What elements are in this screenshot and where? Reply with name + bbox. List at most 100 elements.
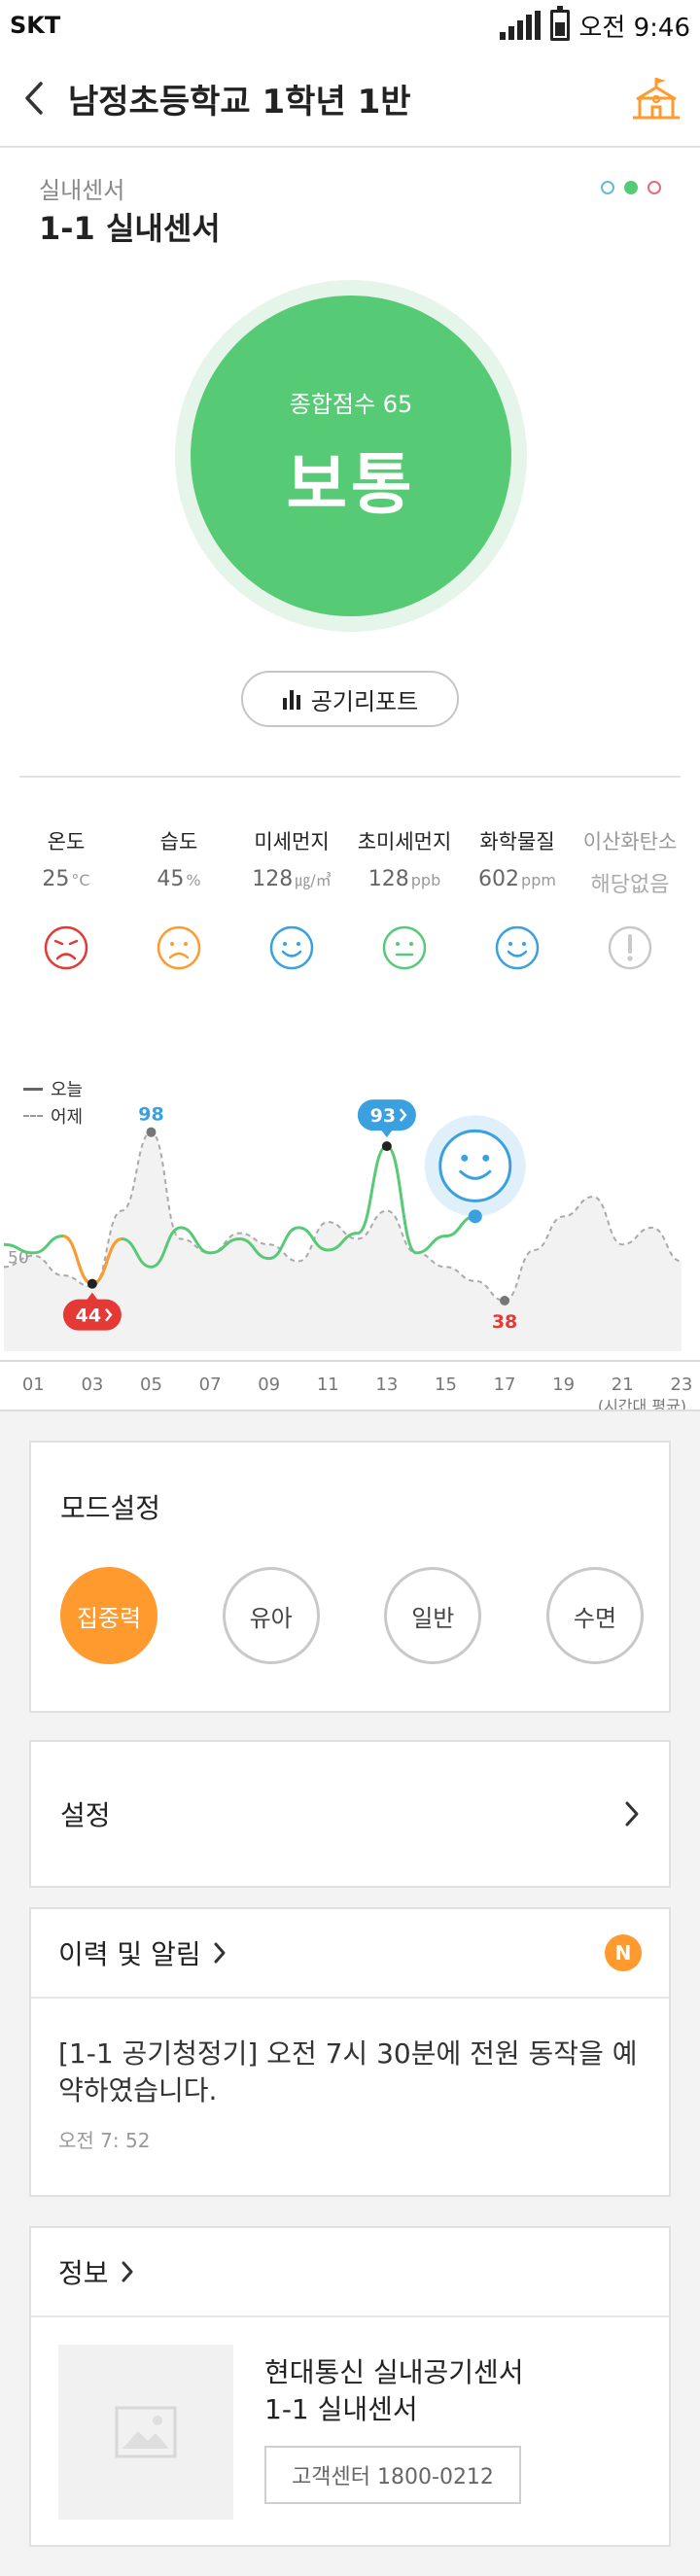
marker-dot [87,1278,97,1289]
metric-ultrafine-dust[interactable]: 초미세먼지 128 ppb [348,826,461,970]
metric-value: 해당없음 [590,873,670,897]
settings-row[interactable]: 설정 [29,1740,671,1888]
x-tick-label: 23 [670,1375,692,1395]
metric-value: 25 °C [42,867,90,891]
settings-label: 설정 [60,1799,111,1831]
score-gauge: 종합점수 65 보통 [175,280,527,632]
mode-settings-card: 모드설정 집중력 유아 일반 수면 [29,1441,671,1713]
air-report-label: 공기리포트 [310,687,419,715]
chevron-right-icon [625,1801,639,1827]
chart-legend: 오늘 어제 [23,1075,83,1130]
chevron-right-icon [122,2261,133,2282]
marker-dot [500,1296,510,1305]
marker-label: 44 [76,1305,101,1327]
status-time: 오전 9:46 [578,13,691,43]
marker-label: 98 [138,1104,163,1126]
score-grade: 보통 [286,447,416,524]
info-card: 정보 현대통신 실내공기센서 1-1 실내센서 고객센터 1800-0212 [29,2226,671,2547]
battery-icon [549,6,570,41]
metrics-row: 온도 25 °C 습도 45% 미세먼지 128 ㎍/㎥ 초미세먼지 128 ppb … [10,826,690,970]
history-card: 이력 및 알림 N [1-1 공기청정기] 오전 7시 30분에 전원 동작을 … [29,1907,671,2197]
metric-name: 이산화탄소 [582,830,678,853]
x-tick-label: 15 [435,1375,457,1395]
product-name-line2: 1-1 실내센서 [264,2393,418,2425]
marker-label: 93 [370,1105,396,1127]
air-quality-chart[interactable]: 5098 9344 3801 03 05 07 09 11 13 15 17 19 21 23(시간대 평… [0,1060,700,1410]
signal-icon [499,11,541,40]
marker-dot [146,1127,157,1137]
notification-message[interactable]: [1-1 공기청정기] 오전 7시 30분에 전원 동작을 예약하였습니다. [58,2036,642,2109]
product-image [58,2345,233,2520]
divider [19,776,681,778]
mode-sleep-button[interactable]: 수면 [545,1567,644,1664]
metric-value: 45% [157,867,201,891]
metric-name: 미세먼지 [254,830,330,853]
app-header: 남정초등학교 1학년 1반 [0,51,700,148]
sad-face-icon [157,925,201,970]
sensor-name: 1-1 실내센서 [39,210,221,247]
score-label: 종합점수 65 [289,391,413,418]
notification-time: 오전 7: 52 [58,2129,151,2152]
carrier-label: SKT [10,12,61,39]
x-axis-note: (시간대 평균) [598,1397,686,1410]
neutral-face-icon [382,925,427,970]
metric-value: 128 ppb [368,867,441,891]
status-bar: SKT 오전 9:46 [0,0,700,51]
bar-chart-icon [282,690,300,710]
legend-yesterday: 어제 [23,1102,83,1130]
x-tick-label: 09 [258,1375,280,1395]
marker-label: 38 [492,1311,517,1333]
sad-face-icon [44,925,88,970]
chevron-right-icon [214,1942,226,1964]
school-icon [633,78,680,120]
page-indicator [601,181,661,194]
legend-label: 어제 [51,1107,84,1128]
x-tick-label: 05 [140,1375,162,1395]
new-badge: N [605,1934,642,1971]
metric-temperature[interactable]: 온도 25 °C [10,826,122,970]
metric-co2[interactable]: 이산화탄소 해당없음 [574,826,686,970]
air-report-button[interactable]: 공기리포트 [241,671,459,727]
smile-face-icon [495,925,540,970]
alert-icon [608,925,652,970]
metric-chemicals[interactable]: 화학물질 602 ppm [461,826,574,970]
page-title: 남정초등학교 1학년 1반 [68,82,411,122]
x-tick-label: 19 [552,1375,575,1395]
metric-name: 습도 [159,830,198,853]
mode-list: 집중력 유아 일반 수면 [60,1567,644,1664]
x-tick-label: 13 [375,1375,398,1395]
metric-fine-dust[interactable]: 미세먼지 128 ㎍/㎥ [235,826,348,970]
customer-center-button[interactable]: 고객센터 1800-0212 [264,2446,521,2504]
history-title: 이력 및 알림 [58,1938,201,1970]
marker-pointer [380,1130,393,1138]
x-tick-label: 07 [199,1375,222,1395]
page-dot[interactable] [601,181,614,194]
x-tick-label: 11 [317,1375,339,1395]
x-tick-label: 01 [22,1375,45,1395]
mode-focus-button[interactable]: 집중력 [60,1567,158,1664]
chevron-left-icon [25,82,43,115]
product-name-line1: 현대통신 실내공기센서 [264,2356,524,2388]
metric-name: 온도 [47,830,86,853]
school-button[interactable] [612,50,700,147]
x-tick-label: 21 [612,1375,634,1395]
mode-settings-title: 모드설정 [60,1492,161,1524]
legend-today: 오늘 [23,1075,83,1102]
info-title: 정보 [58,2257,109,2289]
metric-humidity[interactable]: 습도 45% [122,826,235,970]
current-face-icon [438,1129,512,1202]
page-dot-active[interactable] [624,181,638,194]
x-tick-label: 17 [494,1375,516,1395]
mode-infant-button[interactable]: 유아 [222,1567,320,1664]
metric-value: 128 ㎍/㎥ [252,867,332,891]
face-eye [482,1154,490,1162]
current-point [468,1209,482,1224]
metric-name: 화학물질 [479,830,555,853]
back-button[interactable] [0,50,68,147]
history-header[interactable]: 이력 및 알림 N [31,1909,669,1999]
info-header[interactable]: 정보 [31,2228,669,2317]
page-dot[interactable] [648,181,661,194]
face-eye [461,1154,469,1162]
metric-name: 초미세먼지 [357,830,452,853]
mode-normal-button[interactable]: 일반 [384,1567,482,1664]
